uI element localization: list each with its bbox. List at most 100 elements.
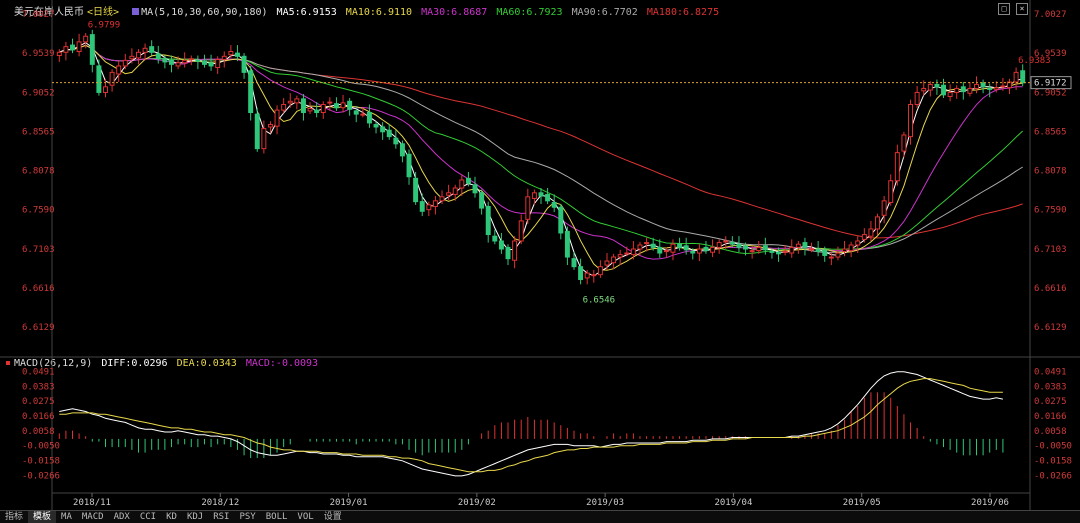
macd-tick-right-5: -0.0050 bbox=[1034, 442, 1072, 452]
price-tick-left-1: 6.9539 bbox=[22, 49, 55, 59]
candle-body bbox=[215, 59, 221, 69]
tab-3[interactable]: MACD bbox=[77, 511, 109, 523]
candle-body bbox=[452, 187, 458, 195]
candle-body bbox=[195, 59, 201, 62]
price-macd-chart[interactable]: 7.0027 7.00276.9539 6.95396.9052 6.90526.85… bbox=[0, 0, 1080, 510]
candle-body bbox=[116, 65, 122, 75]
tab-11[interactable]: VOL bbox=[292, 511, 318, 523]
candle-body bbox=[287, 100, 293, 104]
last-price-tag-text: 6.9172 bbox=[1034, 79, 1067, 89]
candle-body bbox=[426, 204, 432, 211]
candle-body bbox=[498, 240, 504, 250]
candle-body bbox=[267, 124, 273, 128]
candle-body bbox=[908, 103, 914, 138]
price-tick-left-5: 6.7590 bbox=[22, 206, 55, 216]
price-tick-left-7: 6.6616 bbox=[22, 284, 55, 294]
candle-body bbox=[584, 272, 590, 279]
candle-body bbox=[446, 192, 452, 196]
candle-body bbox=[868, 228, 874, 237]
price-tick-left-6: 6.7103 bbox=[22, 245, 55, 255]
candle-body bbox=[815, 248, 821, 252]
candle-body bbox=[617, 254, 623, 258]
candle-body bbox=[855, 240, 861, 246]
candle-body bbox=[83, 35, 89, 43]
ma180-line bbox=[59, 44, 1023, 239]
candle-body bbox=[776, 251, 782, 255]
x-label-3: 2019/02 bbox=[458, 498, 496, 508]
candle-body bbox=[716, 242, 722, 248]
candle-body bbox=[677, 243, 683, 248]
candle-body bbox=[248, 70, 254, 114]
tab-4[interactable]: ADX bbox=[109, 511, 135, 523]
annotation-2: 6.9383 bbox=[1018, 56, 1051, 66]
candle-body bbox=[413, 177, 419, 203]
candle-body bbox=[1013, 71, 1019, 83]
candle-body bbox=[518, 220, 524, 242]
x-label-0: 2018/11 bbox=[73, 498, 111, 508]
tab-8[interactable]: RSI bbox=[208, 511, 234, 523]
price-tick-left-4: 6.8078 bbox=[22, 166, 55, 176]
candle-body bbox=[261, 128, 267, 150]
macd-tick-left-4: 0.0058 bbox=[22, 427, 55, 437]
candle-body bbox=[314, 109, 320, 114]
chart-window: 美元在岸人民币 <日线> MA(5,10,30,60,90,180) MA5:6.… bbox=[0, 0, 1080, 523]
candle-body bbox=[406, 153, 412, 178]
candle-body bbox=[419, 201, 425, 212]
candle-body bbox=[155, 53, 161, 60]
candle-body bbox=[512, 240, 518, 261]
candle-body bbox=[657, 246, 663, 254]
candle-body bbox=[762, 245, 768, 251]
candle-body bbox=[545, 193, 551, 202]
tab-5[interactable]: CCI bbox=[135, 511, 161, 523]
candle-body bbox=[604, 260, 610, 266]
ma10-line bbox=[59, 44, 1023, 271]
candle-body bbox=[558, 206, 564, 234]
candle-body bbox=[122, 59, 128, 67]
candle-body bbox=[373, 124, 379, 128]
tab-1[interactable]: 模板 bbox=[28, 511, 57, 523]
candle-body bbox=[901, 134, 907, 152]
candle-body bbox=[254, 113, 260, 150]
candle-body bbox=[987, 87, 993, 90]
candle-body bbox=[551, 201, 557, 208]
candle-body bbox=[696, 248, 702, 254]
candle-body bbox=[644, 242, 650, 245]
candle-body bbox=[881, 200, 887, 216]
candle-body bbox=[993, 87, 999, 90]
candle-body bbox=[333, 103, 339, 109]
candle-body bbox=[769, 250, 775, 253]
price-tick-right-5: 6.7590 bbox=[1034, 206, 1067, 216]
candle-body bbox=[525, 196, 531, 220]
candle-body bbox=[274, 109, 280, 127]
candle-body bbox=[201, 60, 207, 65]
candle-body bbox=[941, 84, 946, 96]
candle-body bbox=[366, 112, 372, 124]
candle-body bbox=[386, 129, 392, 138]
macd-tick-right-7: -0.0266 bbox=[1034, 471, 1072, 481]
candle-body bbox=[432, 200, 438, 207]
candle-body bbox=[182, 59, 188, 64]
candle-body bbox=[842, 248, 848, 252]
candle-body bbox=[485, 205, 491, 236]
candle-body bbox=[974, 83, 979, 89]
price-tick-left-3: 6.8565 bbox=[22, 127, 55, 137]
candle-body bbox=[399, 143, 405, 157]
candle-body bbox=[934, 83, 940, 88]
tab-2[interactable]: MA bbox=[56, 511, 77, 523]
tab-7[interactable]: KDJ bbox=[182, 511, 208, 523]
candle-body bbox=[591, 274, 597, 277]
tab-10[interactable]: BOLL bbox=[261, 511, 293, 523]
candle-body bbox=[809, 248, 815, 251]
tab-0[interactable]: 指标 bbox=[0, 511, 28, 523]
candle-body bbox=[822, 249, 828, 256]
candle-body bbox=[479, 192, 485, 209]
candle-body bbox=[531, 192, 537, 199]
tab-9[interactable]: PSY bbox=[234, 511, 260, 523]
candle-body bbox=[749, 250, 755, 253]
macd-dea-line bbox=[59, 378, 1003, 473]
macd-tick-left-7: -0.0266 bbox=[22, 471, 60, 481]
tab-12[interactable]: 设置 bbox=[319, 511, 347, 523]
tab-6[interactable]: KD bbox=[161, 511, 182, 523]
x-label-7: 2019/06 bbox=[971, 498, 1009, 508]
x-label-1: 2018/12 bbox=[201, 498, 239, 508]
